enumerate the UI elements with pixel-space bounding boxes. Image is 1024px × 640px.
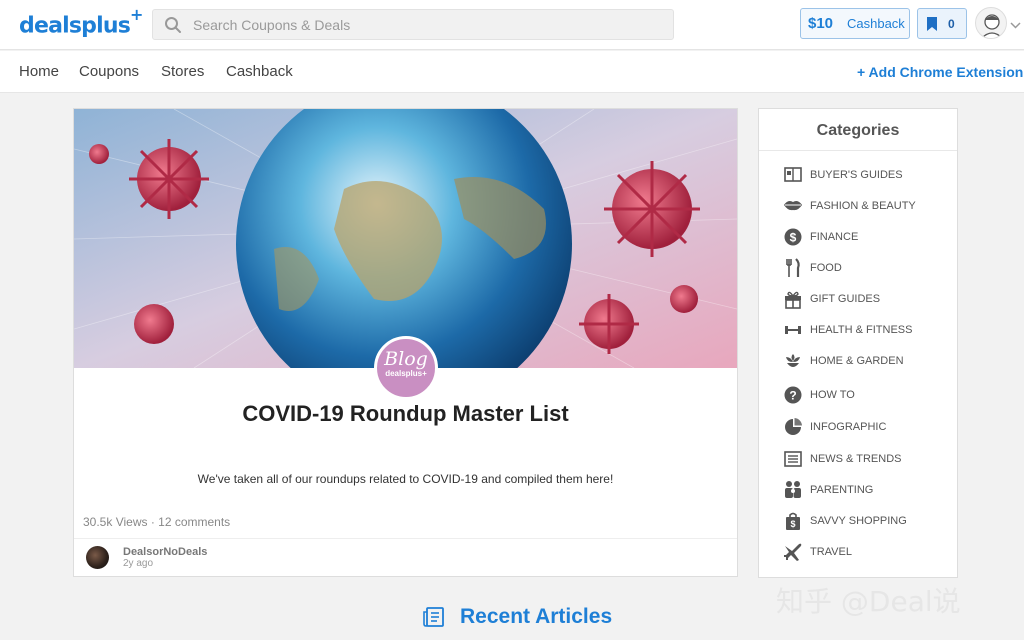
recent-articles-heading: Recent Articles (420, 604, 680, 632)
category-parenting[interactable]: PARENTING (783, 480, 953, 500)
category-label: FINANCE (810, 231, 859, 243)
cashback-button[interactable]: $10 Cashback (800, 8, 910, 39)
nav-stores[interactable]: Stores (161, 63, 204, 80)
recent-articles-title: Recent Articles (460, 605, 613, 628)
chevron-down-icon[interactable] (1010, 16, 1021, 34)
logo-text: dealsplus (19, 13, 131, 39)
category-label: GIFT GUIDES (810, 293, 881, 305)
category-news-trends[interactable]: NEWS & TRENDS (783, 449, 953, 469)
article-hero-image[interactable] (74, 109, 737, 368)
airplane-icon (783, 542, 803, 562)
nav-coupons[interactable]: Coupons (79, 63, 139, 80)
add-chrome-extension-link[interactable]: + Add Chrome Extension (857, 64, 1023, 80)
dealsplus-logo[interactable]: dealsplus+ (19, 5, 143, 39)
category-label: HEALTH & FITNESS (810, 324, 913, 336)
article-description: We've taken all of our roundups related … (197, 472, 614, 486)
logo-plus: + (130, 5, 143, 24)
watermark: 知乎 @Deal说 (776, 585, 961, 618)
categories-panel: Categories BUYER'S GUIDES FASHION & BEAU… (758, 108, 958, 578)
guide-book-icon (783, 165, 803, 185)
cashback-label: Cashback (847, 16, 905, 31)
featured-article-card[interactable]: Blog dealsplus+ COVID-19 Roundup Master … (73, 108, 738, 577)
dollar-coin-icon: $ (783, 227, 803, 247)
category-label: BUYER'S GUIDES (810, 169, 903, 181)
flower-icon (783, 351, 803, 371)
saved-deals-button[interactable]: 0 (917, 8, 967, 39)
category-buyers-guides[interactable]: BUYER'S GUIDES (783, 165, 953, 185)
category-fashion-beauty[interactable]: FASHION & BEAUTY (783, 196, 953, 216)
category-health-fitness[interactable]: HEALTH & FITNESS (783, 320, 953, 340)
article-title[interactable]: COVID-19 Roundup Master List (74, 401, 737, 427)
category-label: INFOGRAPHIC (810, 421, 887, 433)
shopping-bag-icon: $ (783, 511, 803, 531)
top-header: dealsplus+ $10 Cashback 0 (0, 0, 1024, 50)
blog-badge-brand: dealsplus+ (385, 369, 427, 378)
category-label: TRAVEL (810, 546, 852, 558)
categories-divider (759, 150, 957, 151)
category-label: FOOD (810, 262, 842, 274)
lips-icon (783, 196, 803, 216)
categories-title: Categories (816, 122, 900, 139)
svg-text:$: $ (790, 231, 797, 245)
blog-badge: Blog dealsplus+ (374, 336, 438, 400)
family-icon (783, 480, 803, 500)
user-avatar[interactable] (975, 7, 1007, 39)
category-how-to[interactable]: ? HOW TO (783, 385, 953, 405)
category-label: NEWS & TRENDS (810, 453, 902, 465)
category-label: HOME & GARDEN (810, 355, 904, 367)
newspaper-icon (783, 449, 803, 469)
search-icon[interactable] (164, 16, 182, 39)
category-gift-guides[interactable]: GIFT GUIDES (783, 289, 953, 309)
category-label: FASHION & BEAUTY (810, 200, 916, 212)
card-divider (74, 538, 737, 539)
search-input[interactable] (193, 10, 663, 39)
bookmark-icon (926, 16, 938, 37)
fork-knife-icon (783, 258, 803, 278)
dumbbell-icon (783, 320, 803, 340)
question-icon: ? (783, 385, 803, 405)
articles-icon (423, 606, 445, 633)
main-nav: Home Coupons Stores Cashback + Add Chrom… (0, 51, 1024, 93)
post-time: 2y ago (123, 558, 154, 569)
author-avatar[interactable] (86, 546, 109, 569)
article-stats: 30.5k Views · 12 comments (83, 515, 231, 529)
category-label: HOW TO (810, 389, 855, 401)
svg-text:$: $ (790, 519, 795, 529)
category-food[interactable]: FOOD (783, 258, 953, 278)
nav-cashback[interactable]: Cashback (226, 63, 293, 80)
saved-count: 0 (948, 17, 955, 31)
category-finance[interactable]: $ FINANCE (783, 227, 953, 247)
author-name[interactable]: DealsorNoDeals (123, 546, 207, 558)
category-label: SAVVY SHOPPING (810, 515, 907, 527)
blog-badge-text: Blog (384, 348, 428, 370)
category-travel[interactable]: TRAVEL (783, 542, 953, 562)
nav-home[interactable]: Home (19, 63, 59, 80)
user-avatar-icon (981, 14, 1003, 38)
gift-icon (783, 289, 803, 309)
svg-text:?: ? (789, 389, 796, 403)
cashback-amount: $10 (808, 15, 834, 32)
category-label: PARENTING (810, 484, 874, 496)
category-savvy-shopping[interactable]: $ SAVVY SHOPPING (783, 511, 953, 531)
search-bar[interactable] (152, 9, 674, 40)
pie-chart-icon (783, 417, 803, 437)
category-home-garden[interactable]: HOME & GARDEN (783, 351, 953, 371)
category-infographic[interactable]: INFOGRAPHIC (783, 417, 953, 437)
